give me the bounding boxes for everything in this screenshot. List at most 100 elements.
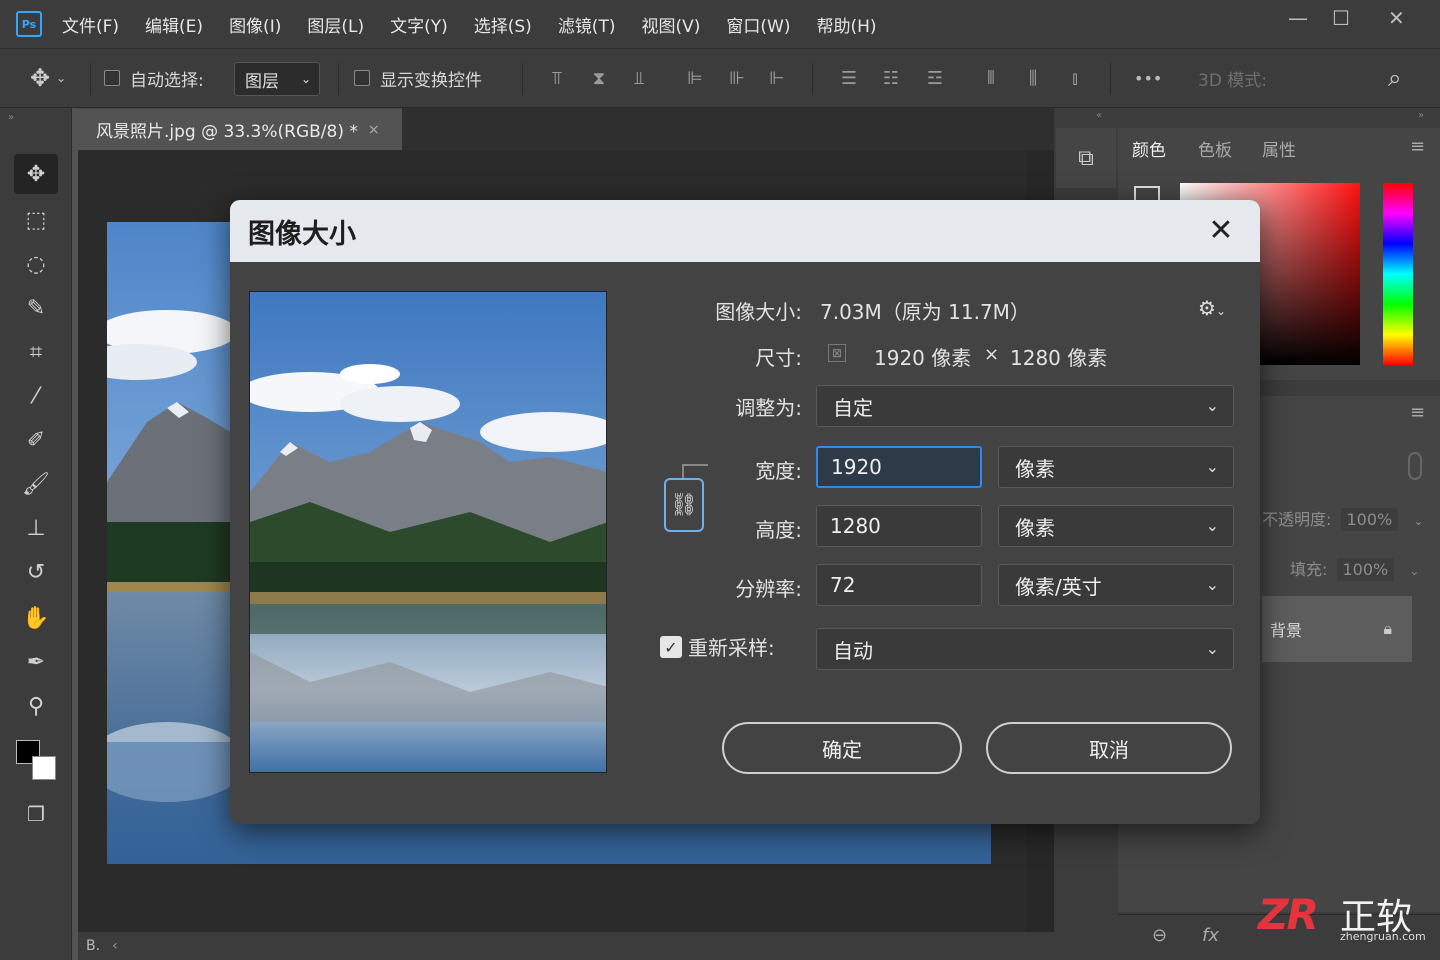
close-document-icon[interactable]: × — [368, 122, 380, 138]
history-brush-tool-icon[interactable]: ↺ — [14, 552, 58, 592]
crop-tool-icon[interactable]: ⌗ — [14, 332, 58, 372]
resample-method-dropdown[interactable]: 自动 ⌄ — [816, 628, 1234, 670]
cancel-button[interactable]: 取消 — [986, 722, 1232, 774]
image-size-label: 图像大小: — [715, 300, 802, 324]
distribute-top-icon[interactable]: ☰ — [838, 67, 860, 89]
align-bottom-icon[interactable]: ⫫ — [628, 67, 650, 89]
chevron-down-icon[interactable]: ⌄ — [1413, 514, 1423, 528]
distribute-vcenter-icon[interactable]: ☷ — [880, 67, 902, 89]
align-top-icon[interactable]: ⫪ — [546, 67, 568, 89]
search-icon[interactable]: ⌕ — [1388, 49, 1401, 107]
resample-checkbox[interactable]: ✓ — [660, 636, 682, 658]
hue-slider[interactable] — [1383, 183, 1413, 365]
opacity-row: 不透明度: 100% ⌄ — [1262, 508, 1424, 531]
quick-select-tool-icon[interactable]: ✎ — [14, 288, 58, 328]
history-panel-icon[interactable]: ⧉ — [1056, 128, 1116, 188]
tab-color[interactable]: 颜色 — [1118, 128, 1180, 168]
more-options-button[interactable]: ••• — [1134, 49, 1162, 107]
resolution-unit-dropdown[interactable]: 像素/英寸 ⌄ — [998, 564, 1234, 606]
pen-tool-icon[interactable]: ✒ — [14, 642, 58, 682]
fx-icon[interactable]: fx — [1202, 925, 1219, 946]
width-input[interactable]: 1920 — [816, 446, 982, 488]
marquee-tool-icon[interactable]: ⬚ — [14, 200, 58, 240]
opacity-input[interactable]: 100% — [1340, 508, 1399, 531]
settings-gear-icon[interactable]: ⚙⌄ — [1198, 296, 1226, 320]
layer-row-background[interactable]: 背景 🔒︎ — [1262, 596, 1412, 662]
dialog-title: 图像大小 — [230, 200, 1260, 262]
healing-brush-tool-icon[interactable]: ✐ — [14, 420, 58, 460]
menu-type[interactable]: 文字(Y) — [390, 12, 448, 37]
filter-toggle[interactable] — [1408, 452, 1422, 480]
align-hcenter-icon[interactable]: ⊪ — [726, 67, 748, 89]
menu-help[interactable]: 帮助(H) — [816, 12, 876, 37]
fill-input[interactable]: 100% — [1336, 558, 1395, 581]
auto-select-checkbox[interactable] — [104, 70, 120, 86]
status-text: B. — [86, 938, 101, 954]
collapse-icon[interactable]: » — [8, 112, 14, 123]
3d-mode-label: 3D 模式: — [1198, 70, 1268, 91]
photoshop-window: Ps 文件(F) 编辑(E) 图像(I) 图层(L) 文字(Y) 选择(S) 滤… — [0, 0, 1440, 960]
expand-icon[interactable]: » — [1418, 110, 1424, 121]
link-layers-icon[interactable]: ⊖ — [1152, 925, 1167, 946]
menu-bar: Ps 文件(F) 编辑(E) 图像(I) 图层(L) 文字(Y) 选择(S) 滤… — [0, 0, 1440, 48]
height-label: 高度: — [755, 518, 802, 542]
dimensions-unit-icon[interactable]: ⊠ — [828, 344, 846, 362]
close-window-button[interactable]: ✕ — [1388, 6, 1405, 30]
resample-label: 重新采样: — [688, 636, 775, 660]
panel-menu-icon[interactable]: ≡ — [1410, 402, 1425, 423]
distribute-right-icon[interactable]: ⫾ — [1064, 67, 1086, 89]
watermark-url: zhengruan.com — [1340, 930, 1426, 943]
menu-edit[interactable]: 编辑(E) — [145, 12, 203, 37]
fit-to-label: 调整为: — [735, 396, 802, 420]
screen-mode-icon[interactable]: ❐ — [14, 794, 58, 834]
tab-swatches[interactable]: 色板 — [1184, 128, 1246, 168]
align-left-icon[interactable]: ⊫ — [684, 67, 706, 89]
eyedropper-tool-icon[interactable]: ⁄ — [14, 376, 58, 416]
maximize-button[interactable]: ☐ — [1332, 6, 1350, 30]
menu-select[interactable]: 选择(S) — [474, 12, 532, 37]
document-tab[interactable]: 风景照片.jpg @ 33.3%(RGB/8) * × — [78, 108, 402, 150]
height-unit-dropdown[interactable]: 像素 ⌄ — [998, 505, 1234, 547]
align-vcenter-icon[interactable]: ⧗ — [588, 67, 610, 89]
show-transform-option[interactable]: 显示变换控件 — [354, 49, 482, 107]
panel-menu-icon[interactable]: ≡ — [1410, 136, 1425, 157]
auto-select-target-dropdown[interactable]: 图层 ⌄ — [234, 62, 320, 96]
menu-window[interactable]: 窗口(W) — [726, 12, 790, 37]
image-preview[interactable] — [249, 291, 607, 773]
lasso-tool-icon[interactable]: ◌ — [14, 244, 58, 284]
dimensions-height: 1280 像素 — [1010, 346, 1108, 370]
resolution-input[interactable]: 72 — [816, 564, 982, 606]
background-color-swatch[interactable] — [32, 756, 56, 780]
width-unit-dropdown[interactable]: 像素 ⌄ — [998, 446, 1234, 488]
distribute-left-icon[interactable]: ⦀ — [980, 67, 1002, 89]
chevron-left-icon[interactable]: ‹ — [112, 938, 118, 954]
chevron-down-icon: ⌄ — [1205, 575, 1219, 594]
menu-filter[interactable]: 滤镜(T) — [558, 12, 616, 37]
stamp-tool-icon[interactable]: ⊥ — [14, 508, 58, 548]
move-tool-icon[interactable]: ✥ ⌄ — [30, 49, 66, 107]
distribute-bottom-icon[interactable]: ☲ — [924, 67, 946, 89]
collapse-icon[interactable]: « — [1096, 110, 1102, 121]
options-bar: ✥ ⌄ 自动选择: 图层 ⌄ 显示变换控件 ⫪ ⧗ ⫫ ⊫ ⊪ ⊩ ☰ ☷ ☲ ⦀ … — [0, 48, 1440, 108]
distribute-hcenter-icon[interactable]: ⫼ — [1022, 67, 1044, 89]
chevron-down-icon[interactable]: ⌄ — [1409, 564, 1419, 578]
fill-row: 填充: 100% ⌄ — [1290, 558, 1420, 581]
tab-properties[interactable]: 属性 — [1248, 128, 1310, 168]
minimize-button[interactable]: — — [1288, 6, 1308, 30]
align-right-icon[interactable]: ⊩ — [766, 67, 788, 89]
ok-button[interactable]: 确定 — [722, 722, 962, 774]
auto-select-option[interactable]: 自动选择: — [104, 49, 204, 107]
height-input[interactable]: 1280 — [816, 505, 982, 547]
menu-image[interactable]: 图像(I) — [229, 12, 281, 37]
zoom-tool-icon[interactable]: ⚲ — [14, 686, 58, 726]
menu-layer[interactable]: 图层(L) — [307, 12, 364, 37]
hand-tool-icon[interactable]: ✋ — [14, 598, 58, 638]
show-transform-checkbox[interactable] — [354, 70, 370, 86]
brush-tool-icon[interactable]: 🖌 — [14, 464, 58, 504]
menu-file[interactable]: 文件(F) — [62, 12, 119, 37]
close-icon[interactable]: ✕ — [1204, 213, 1238, 248]
menu-view[interactable]: 视图(V) — [641, 12, 700, 37]
chevron-down-icon: ⌄ — [300, 72, 311, 86]
fit-to-dropdown[interactable]: 自定 ⌄ — [816, 385, 1234, 427]
move-tool-icon[interactable]: ✥ — [14, 154, 58, 194]
